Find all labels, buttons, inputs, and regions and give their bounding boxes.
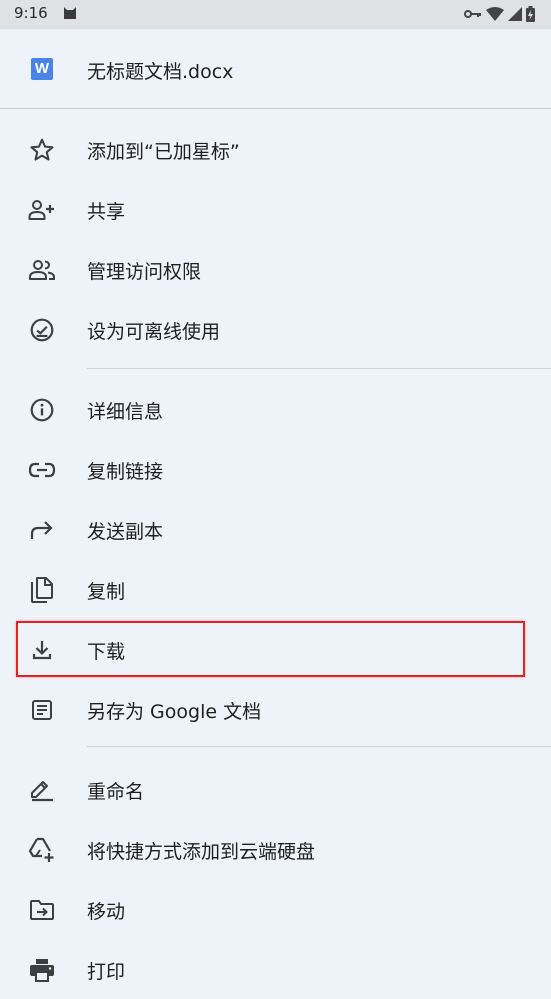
status-bar: 9:16 [0, 0, 551, 29]
menu-item-rename[interactable]: 重命名 [0, 759, 551, 819]
pencil-icon [28, 777, 56, 803]
people-icon [28, 257, 56, 283]
printer-icon [28, 957, 56, 983]
menu-item-send-copy[interactable]: 发送副本 [0, 499, 551, 559]
copy-icon [28, 577, 56, 603]
menu-item-label: 详细信息 [87, 401, 164, 423]
menu-item-share[interactable]: 共享 [0, 179, 551, 239]
menu-item-label: 复制链接 [87, 461, 164, 483]
section-divider [87, 368, 551, 369]
menu-item-label: 添加到“已加星标” [87, 141, 240, 163]
menu-item-label: 发送副本 [87, 521, 164, 543]
star-outline-icon [28, 137, 56, 163]
menu-item-label: 共享 [87, 201, 126, 223]
drive-shortcut-icon [28, 837, 56, 863]
menu-item-label: 移动 [87, 901, 126, 923]
offline-check-icon [28, 317, 56, 343]
menu-item-make-offline[interactable]: 设为可离线使用 [0, 299, 551, 359]
header-divider [0, 108, 551, 109]
battery-icon [526, 6, 535, 22]
status-icons [464, 5, 535, 23]
document-header: W 无标题文档.docx [0, 29, 551, 109]
document-icon [28, 697, 56, 723]
vpn-key-icon [464, 8, 482, 20]
menu-item-label: 另存为 Google 文档 [87, 701, 262, 723]
download-icon [28, 637, 56, 663]
menu-item-label: 打印 [87, 961, 126, 983]
menu-item-label: 下载 [87, 641, 126, 663]
menu-item-label: 管理访问权限 [87, 261, 202, 283]
menu-item-add-star[interactable]: 添加到“已加星标” [0, 119, 551, 179]
menu-item-copy-link[interactable]: 复制链接 [0, 439, 551, 499]
word-file-icon: W [31, 58, 53, 80]
menu-item-save-as-google-docs[interactable]: 另存为 Google 文档 [0, 679, 551, 739]
person-add-icon [28, 197, 56, 223]
menu-item-download[interactable]: 下载 [0, 619, 551, 679]
cat-notification-icon [62, 5, 78, 21]
status-time: 9:16 [14, 4, 48, 22]
menu-item-details[interactable]: 详细信息 [0, 379, 551, 439]
folder-move-icon [28, 897, 56, 923]
menu-item-add-shortcut-to-drive[interactable]: 将快捷方式添加到云端硬盘 [0, 819, 551, 879]
section-divider [87, 746, 551, 747]
menu-item-move[interactable]: 移动 [0, 879, 551, 939]
menu-item-label: 设为可离线使用 [87, 321, 221, 343]
menu-item-label: 复制 [87, 581, 126, 603]
menu-item-manage-access[interactable]: 管理访问权限 [0, 239, 551, 299]
bottom-sheet-menu: W 无标题文档.docx 添加到“已加星标” 共享 管理访问权限 设为可离线使用 [0, 29, 551, 983]
wifi-icon [486, 7, 504, 21]
link-icon [28, 457, 56, 483]
signal-icon [508, 7, 522, 21]
menu-item-print[interactable]: 打印 [0, 939, 551, 999]
info-icon [28, 397, 56, 423]
menu-item-make-copy[interactable]: 复制 [0, 559, 551, 619]
forward-arrow-icon [28, 517, 56, 543]
menu-item-label: 重命名 [87, 781, 145, 803]
menu-item-label: 将快捷方式添加到云端硬盘 [87, 841, 316, 863]
document-title: 无标题文档.docx [87, 61, 234, 83]
